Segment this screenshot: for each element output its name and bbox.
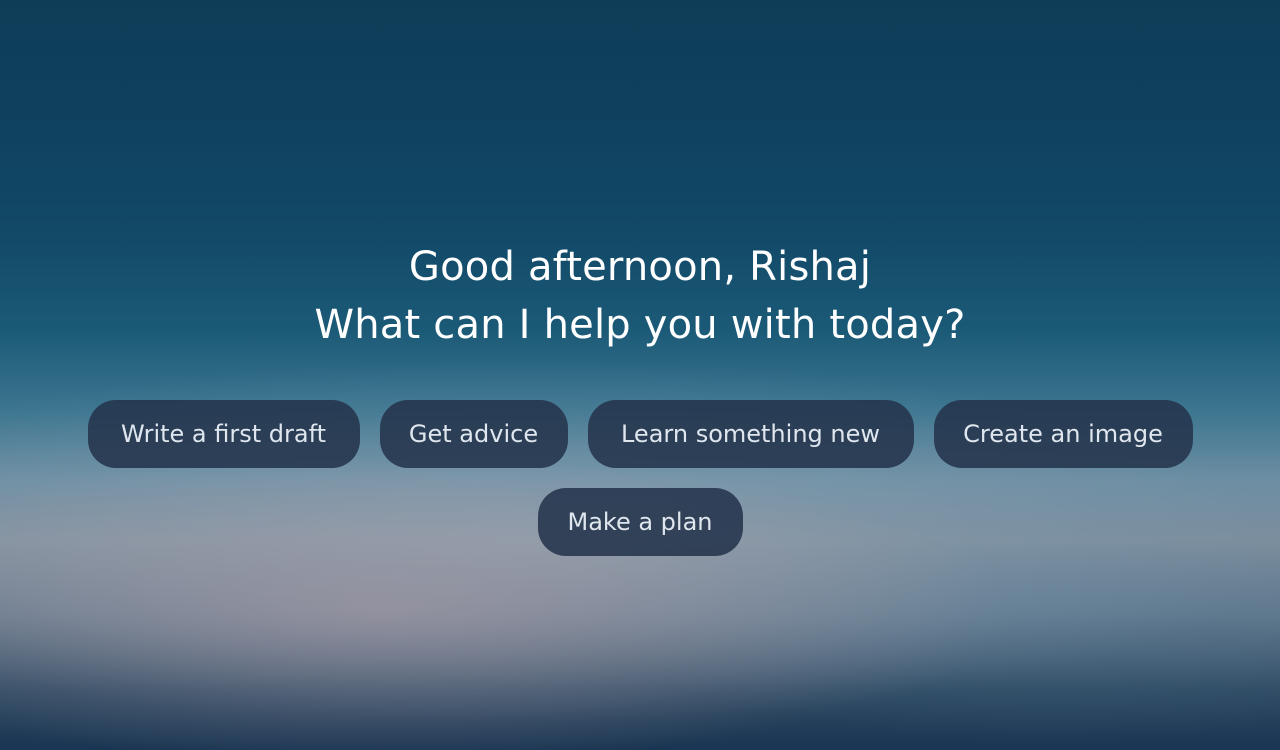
suggestion-write-first-draft[interactable]: Write a first draft bbox=[87, 400, 360, 468]
suggestion-learn-something-new[interactable]: Learn something new bbox=[587, 400, 914, 468]
suggestion-chips: Write a first draft Get advice Learn som… bbox=[0, 400, 1280, 556]
prompt-question: What can I help you with today? bbox=[314, 302, 966, 348]
suggestion-row-2: Make a plan bbox=[0, 488, 1280, 556]
suggestion-create-image[interactable]: Create an image bbox=[933, 400, 1193, 468]
suggestion-row-1: Write a first draft Get advice Learn som… bbox=[0, 400, 1280, 468]
greeting-text: Good afternoon, Rishaj bbox=[408, 244, 872, 290]
suggestion-get-advice[interactable]: Get advice bbox=[379, 400, 568, 468]
welcome-header: Good afternoon, Rishaj What can I help y… bbox=[0, 238, 1280, 354]
suggestion-make-plan[interactable]: Make a plan bbox=[537, 488, 743, 556]
